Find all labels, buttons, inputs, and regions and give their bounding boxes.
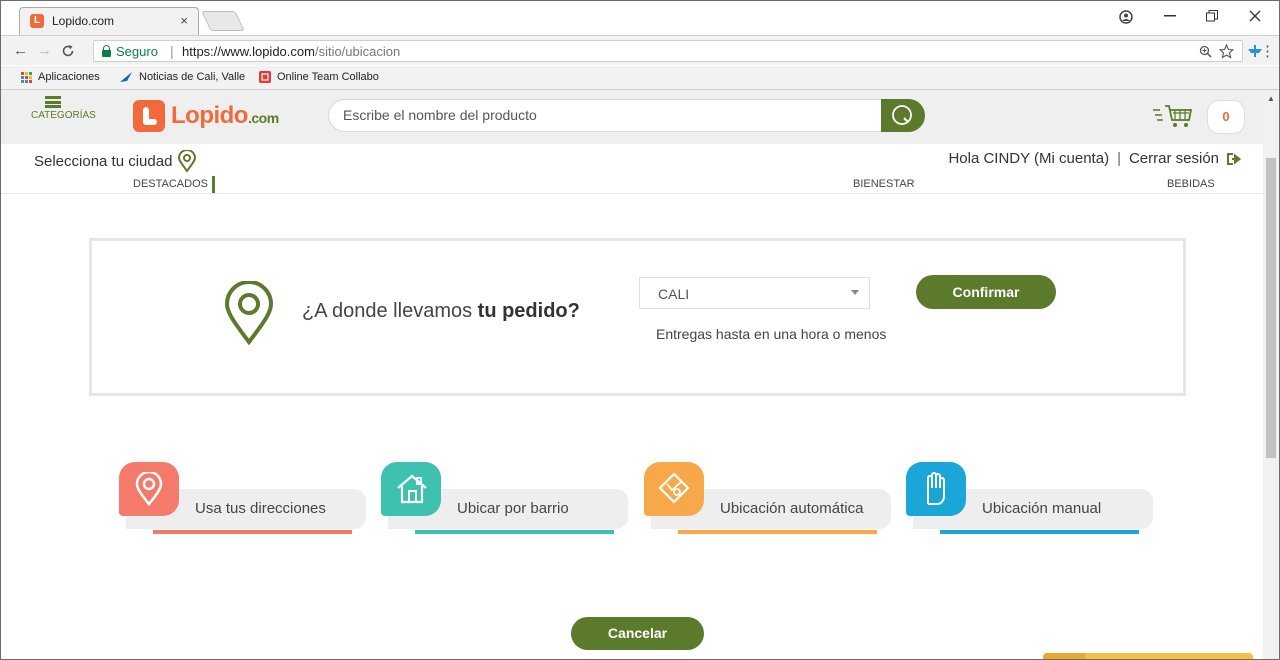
bookmark-label: Aplicaciones <box>38 71 100 83</box>
nav-active-indicator <box>212 176 215 193</box>
option-badge <box>381 462 441 516</box>
page-viewport: CATEGORÍAS Lopido.com 0 Sele <box>1 90 1263 659</box>
minimize-icon[interactable] <box>1164 15 1176 17</box>
option-underline <box>678 530 877 534</box>
apps-grid-icon <box>21 71 32 83</box>
cart-icon[interactable] <box>1151 102 1195 130</box>
city-dropdown-value: CALI <box>658 286 690 302</box>
tab-strip: L Lopido.com × <box>1 1 1279 35</box>
account-separator: | <box>1117 150 1121 167</box>
nav-item-destacados[interactable]: DESTACADOS <box>133 178 208 190</box>
url-input[interactable]: Seguro | https://www.lopido.com/sitio/ub… <box>93 40 1243 62</box>
secure-label: Seguro <box>116 44 158 59</box>
site-logo[interactable]: Lopido.com <box>133 100 279 132</box>
option-automatic-location[interactable]: Ubicación automática <box>644 462 894 537</box>
hamburger-menu-icon <box>45 96 61 108</box>
profile-icon[interactable] <box>1119 10 1133 24</box>
chevron-down-icon <box>851 290 859 295</box>
option-badge <box>906 462 966 516</box>
search-button[interactable] <box>881 99 925 132</box>
nav-item-bienestar[interactable]: BIENESTAR <box>853 178 915 190</box>
new-tab-button[interactable] <box>201 11 245 31</box>
select-city-link[interactable]: Selecciona tu ciudad <box>34 150 197 172</box>
select-city-label: Selecciona tu ciudad <box>34 152 173 170</box>
bookmarks-bar: Aplicaciones Noticias de Cali, Valle Onl… <box>1 66 1279 90</box>
categories-button[interactable]: CATEGORÍAS <box>31 96 96 121</box>
bookmark-label: Noticias de Cali, Valle <box>139 71 246 83</box>
url-text: https://www.lopido.com/sitio/ubicacion <box>182 44 401 59</box>
forward-arrow-icon[interactable]: → <box>37 42 52 59</box>
bookmark-online-team[interactable]: Online Team Collabo <box>259 71 379 83</box>
reload-icon[interactable] <box>61 44 75 58</box>
user-bar: Selecciona tu ciudad Hola CINDY (Mi cuen… <box>1 144 1263 176</box>
option-underline <box>415 530 614 534</box>
scrollbar-thumb[interactable] <box>1266 158 1276 458</box>
logo-text: Lopido.com <box>171 102 279 129</box>
url-separator: | <box>170 43 174 59</box>
option-label: Ubicación automática <box>720 500 864 517</box>
address-toolbar: ← → Seguro | https://www.lopido.com/siti… <box>1 35 1279 65</box>
tab-close-icon[interactable]: × <box>180 13 188 28</box>
close-window-icon[interactable] <box>1249 10 1261 22</box>
scroll-up-arrow-icon[interactable]: ▲ <box>1267 94 1275 103</box>
restore-icon[interactable] <box>1206 10 1218 22</box>
location-pin-icon <box>224 281 274 345</box>
categories-label: CATEGORÍAS <box>31 110 96 121</box>
map-icon <box>658 472 690 504</box>
tab-title: Lopido.com <box>52 14 115 28</box>
option-badge <box>644 462 704 516</box>
search-icon <box>892 105 912 125</box>
lock-icon <box>102 45 111 57</box>
category-nav: DESTACADOS BIENESTAR BEBIDAS <box>1 176 1263 194</box>
page-scrollbar[interactable]: ▲ <box>1263 90 1279 659</box>
news-feather-icon <box>120 72 132 82</box>
option-by-neighborhood[interactable]: Ubicar por barrio <box>381 462 631 537</box>
delivery-note: Entregas hasta en una hora o menos <box>656 326 887 342</box>
my-account-link[interactable]: Hola CINDY (Mi cuenta) <box>948 150 1109 167</box>
lopido-logo-icon <box>133 100 165 132</box>
logout-link[interactable]: Cerrar sesión <box>1129 150 1219 167</box>
option-use-addresses[interactable]: Usa tus direcciones <box>119 462 369 537</box>
option-label: Ubicación manual <box>982 500 1102 517</box>
option-manual-location[interactable]: Ubicación manual <box>906 462 1156 537</box>
cart-count-badge[interactable]: 0 <box>1207 100 1245 134</box>
option-label: Ubicar por barrio <box>457 500 569 517</box>
zoom-icon[interactable] <box>1199 45 1212 58</box>
chat-widget-tab[interactable] <box>1043 653 1253 659</box>
cancel-button[interactable]: Cancelar <box>571 617 704 650</box>
logout-icon[interactable] <box>1227 152 1241 165</box>
browser-window: L Lopido.com × ← → Seguro | https://www.… <box>0 0 1280 660</box>
search-input[interactable] <box>343 107 843 123</box>
nav-item-bebidas[interactable]: BEBIDAS <box>1167 178 1215 190</box>
location-question: ¿A donde llevamos tu pedido? <box>302 300 580 322</box>
hand-icon <box>927 472 945 505</box>
browser-menu-icon[interactable]: ⋮ <box>1260 42 1275 60</box>
bookmark-noticias[interactable]: Noticias de Cali, Valle <box>119 71 245 83</box>
location-pin-icon <box>178 150 197 172</box>
location-card: ¿A donde llevamos tu pedido? CALI Confir… <box>89 238 1186 396</box>
confirm-button[interactable]: Confirmar <box>916 275 1056 309</box>
browser-tab[interactable]: L Lopido.com × <box>19 7 199 35</box>
option-label: Usa tus direcciones <box>195 500 326 517</box>
city-dropdown[interactable]: CALI <box>639 277 870 309</box>
search-box <box>328 99 925 132</box>
bookmark-star-icon[interactable] <box>1219 44 1234 59</box>
option-badge <box>119 462 179 516</box>
back-arrow-icon[interactable]: ← <box>13 42 28 59</box>
account-area: Hola CINDY (Mi cuenta) | Cerrar sesión <box>948 150 1241 167</box>
house-icon <box>397 474 427 504</box>
bookmark-apps[interactable]: Aplicaciones <box>21 71 100 83</box>
collab-app-icon <box>259 71 271 83</box>
option-underline <box>153 530 352 534</box>
lopido-favicon-icon: L <box>30 14 44 28</box>
option-underline <box>940 530 1139 534</box>
location-pin-icon <box>135 472 163 506</box>
bookmark-label: Online Team Collabo <box>277 71 379 83</box>
site-header: CATEGORÍAS Lopido.com 0 <box>1 90 1263 144</box>
